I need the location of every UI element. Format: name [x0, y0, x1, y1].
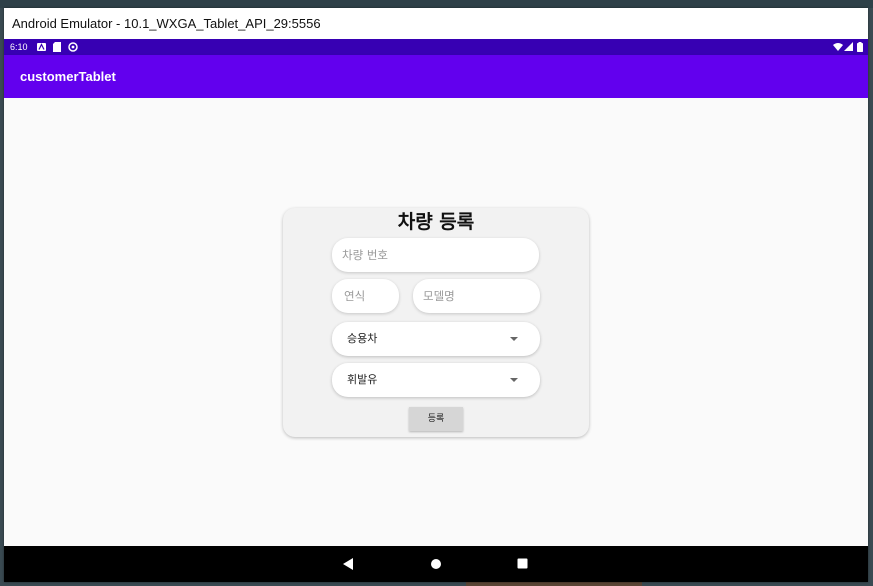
signal-icon [844, 42, 853, 51]
main-content: 차량 등록 차량 번호 연식 모델명 승용차 휘발유 등록 [4, 98, 868, 546]
fuel-type-dropdown[interactable]: 휘발유 [332, 363, 540, 397]
form-title: 차량 등록 [397, 211, 475, 233]
car-type-dropdown[interactable]: 승용차 [332, 322, 540, 356]
navigation-bar [4, 546, 868, 582]
status-bar: 6:10 [4, 39, 868, 55]
wifi-icon [833, 43, 843, 51]
app-bar: customerTablet [4, 55, 868, 98]
fuel-type-value: 휘발유 [347, 373, 378, 386]
recents-icon[interactable] [517, 558, 528, 569]
car-type-value: 승용차 [347, 332, 378, 345]
chevron-down-icon [510, 378, 518, 382]
model-input[interactable]: 모델명 [413, 279, 540, 313]
emulator-window: Android Emulator - 10.1_WXGA_Tablet_API_… [4, 8, 868, 582]
desktop-background [0, 0, 873, 8]
year-placeholder: 연식 [344, 289, 366, 303]
app-title: customerTablet [20, 69, 116, 84]
sd-card-icon [53, 42, 61, 52]
vehicle-registration-card: 차량 등록 차량 번호 연식 모델명 승용차 휘발유 등록 [283, 208, 589, 437]
plate-number-input[interactable]: 차량 번호 [332, 238, 539, 272]
register-button[interactable]: 등록 [409, 407, 463, 431]
sync-icon [68, 42, 78, 52]
window-title: Android Emulator - 10.1_WXGA_Tablet_API_… [4, 8, 868, 39]
back-icon[interactable] [343, 558, 353, 570]
battery-icon [857, 42, 863, 52]
device-screen: 6:10 customerTablet 차량 등록 차량 번호 연식 모델명 승… [4, 39, 868, 582]
status-time: 6:10 [10, 42, 28, 52]
plate-number-placeholder: 차량 번호 [342, 248, 388, 262]
year-input[interactable]: 연식 [332, 279, 399, 313]
a-notification-icon [37, 43, 46, 51]
home-icon[interactable] [430, 558, 442, 570]
chevron-down-icon [510, 337, 518, 341]
model-placeholder: 모델명 [423, 289, 455, 303]
